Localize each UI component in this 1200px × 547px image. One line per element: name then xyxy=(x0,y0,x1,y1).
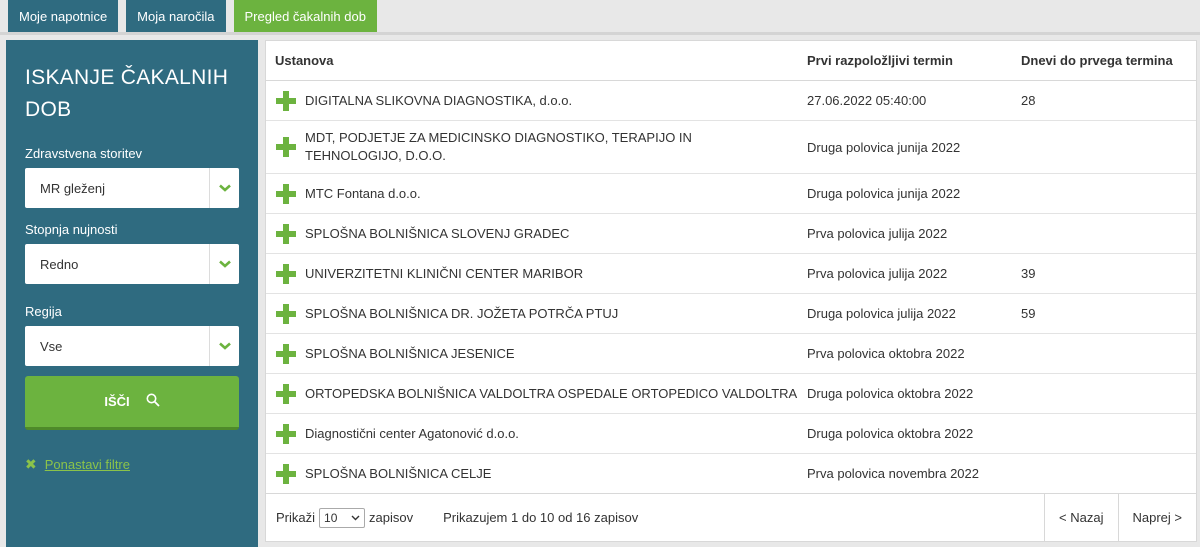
table-row[interactable]: SPLOŠNA BOLNIŠNICA JESENICE Prva polovic… xyxy=(266,334,1196,374)
reset-filters-link[interactable]: ✖ Ponastavi filtre xyxy=(25,456,240,473)
table-header: Ustanova Prvi razpoložljivi termin Dnevi… xyxy=(266,41,1196,81)
row-first-term: Druga polovica oktobra 2022 xyxy=(807,426,974,441)
table-row[interactable]: SPLOŠNA BOLNIŠNICA DR. JOŽETA POTRČA PTU… xyxy=(266,294,1196,334)
show-label: Prikaži xyxy=(276,510,316,525)
urgency-select[interactable]: Redno xyxy=(25,244,239,284)
region-select-value: Vse xyxy=(40,338,63,354)
table-footer: Prikaži 10 zapisov Prikazujem 1 do 10 od… xyxy=(266,493,1197,542)
page-size-select[interactable]: 10 xyxy=(319,507,366,528)
row-first-term: Druga polovica junija 2022 xyxy=(807,186,961,201)
row-institution: SPLOŠNA BOLNIŠNICA DR. JOŽETA POTRČA PTU… xyxy=(305,305,619,321)
row-first-term: Prva polovica oktobra 2022 xyxy=(807,346,965,361)
table-row[interactable]: ORTOPEDSKA BOLNIŠNICA VALDOLTRA OSPEDALE… xyxy=(266,374,1196,414)
row-first-term: Druga polovica oktobra 2022 xyxy=(807,386,974,401)
records-label: zapisov xyxy=(369,510,414,525)
pagination: < Nazaj Naprej > xyxy=(1044,493,1197,542)
table-row[interactable]: SPLOŠNA BOLNIŠNICA SLOVENJ GRADEC Prva p… xyxy=(266,214,1196,254)
row-institution: Diagnostični center Agatonović d.o.o. xyxy=(305,425,519,441)
plus-icon[interactable] xyxy=(276,383,296,404)
service-select-value: MR gleženj xyxy=(40,180,106,196)
chevron-down-icon xyxy=(209,168,239,208)
plus-icon[interactable] xyxy=(276,137,296,157)
row-first-term: 27.06.2022 05:40:00 xyxy=(807,93,927,108)
row-first-term: Prva polovica julija 2022 xyxy=(807,266,948,281)
table-row[interactable]: MTC Fontana d.o.o. Druga polovica junija… xyxy=(266,174,1196,214)
row-days: 28 xyxy=(1021,93,1036,108)
plus-icon[interactable] xyxy=(276,90,296,111)
service-label: Zdravstvena storitev xyxy=(25,146,143,161)
row-first-term: Druga polovica junija 2022 xyxy=(807,139,961,155)
table-row[interactable]: SPLOŠNA BOLNIŠNICA CELJE Prva polovica n… xyxy=(266,454,1196,494)
tab-moja-narocila[interactable]: Moja naročila xyxy=(126,0,226,32)
plus-icon[interactable] xyxy=(276,303,296,324)
region-label: Regija xyxy=(25,304,62,319)
row-institution: SPLOŠNA BOLNIŠNICA SLOVENJ GRADEC xyxy=(305,225,570,241)
close-icon: ✖ xyxy=(25,456,37,472)
page-size-control: Prikaži 10 zapisov xyxy=(266,507,414,528)
top-tabs: Moje napotnice Moja naročila Pregled čak… xyxy=(0,0,1200,32)
plus-icon[interactable] xyxy=(276,183,296,204)
table-row[interactable]: UNIVERZITETNI KLINIČNI CENTER MARIBOR Pr… xyxy=(266,254,1196,294)
row-first-term: Druga polovica julija 2022 xyxy=(807,306,956,321)
service-select[interactable]: MR gleženj xyxy=(25,168,239,208)
table-row[interactable]: DIGITALNA SLIKOVNA DIAGNOSTIKA, d.o.o. 2… xyxy=(266,81,1196,121)
row-institution: ORTOPEDSKA BOLNIŠNICA VALDOLTRA OSPEDALE… xyxy=(305,385,798,401)
prev-page-button[interactable]: < Nazaj xyxy=(1044,493,1117,542)
search-button-label: IŠČI xyxy=(104,394,130,409)
column-header-dnevi[interactable]: Dnevi do prvega termina xyxy=(1012,53,1196,68)
row-days: 59 xyxy=(1021,306,1036,321)
column-header-prvi-termin[interactable]: Prvi razpoložljivi termin xyxy=(798,53,1012,68)
plus-icon[interactable] xyxy=(276,463,296,484)
row-institution: SPLOŠNA BOLNIŠNICA JESENICE xyxy=(305,345,515,361)
results-table: Ustanova Prvi razpoložljivi termin Dnevi… xyxy=(265,40,1197,542)
column-header-ustanova[interactable]: Ustanova xyxy=(266,53,798,68)
chevron-down-icon xyxy=(209,326,239,366)
region-select[interactable]: Vse xyxy=(25,326,239,366)
plus-icon[interactable] xyxy=(276,223,296,244)
search-icon xyxy=(146,393,160,410)
row-institution: UNIVERZITETNI KLINIČNI CENTER MARIBOR xyxy=(305,265,584,281)
plus-icon[interactable] xyxy=(276,263,296,284)
chevron-down-icon xyxy=(209,244,239,284)
plus-icon[interactable] xyxy=(276,343,296,364)
tab-pregled-cakalnih-dob[interactable]: Pregled čakalnih dob xyxy=(233,0,377,32)
reset-filters-label: Ponastavi filtre xyxy=(44,457,130,472)
row-days: 39 xyxy=(1021,266,1036,281)
urgency-select-value: Redno xyxy=(40,256,79,272)
row-institution: SPLOŠNA BOLNIŠNICA CELJE xyxy=(305,465,492,481)
sidebar-title: ISKANJE ČAKALNIH DOB xyxy=(25,66,229,121)
row-institution: MTC Fontana d.o.o. xyxy=(305,185,421,201)
page-size-value: 10 xyxy=(324,510,338,525)
next-page-button[interactable]: Naprej > xyxy=(1117,493,1197,542)
row-first-term: Prva polovica julija 2022 xyxy=(807,226,948,241)
tab-divider xyxy=(0,32,1200,35)
search-sidebar: ISKANJE ČAKALNIH DOB Zdravstvena storite… xyxy=(6,40,258,547)
table-row[interactable]: MDT, PODJETJE ZA MEDICINSKO DIAGNOSTIKO,… xyxy=(266,121,1196,174)
tab-moje-napotnice[interactable]: Moje napotnice xyxy=(8,0,119,32)
row-first-term: Prva polovica novembra 2022 xyxy=(807,466,979,481)
row-institution: MDT, PODJETJE ZA MEDICINSKO DIAGNOSTIKO,… xyxy=(305,130,692,163)
chevron-down-icon xyxy=(351,515,360,520)
search-button[interactable]: IŠČI xyxy=(25,376,239,430)
row-institution: DIGITALNA SLIKOVNA DIAGNOSTIKA, d.o.o. xyxy=(305,92,573,108)
plus-icon[interactable] xyxy=(276,423,296,444)
urgency-label: Stopnja nujnosti xyxy=(25,222,118,237)
pagination-info: Prikazujem 1 do 10 od 16 zapisov xyxy=(443,510,639,525)
table-row[interactable]: Diagnostični center Agatonović d.o.o. Dr… xyxy=(266,414,1196,454)
